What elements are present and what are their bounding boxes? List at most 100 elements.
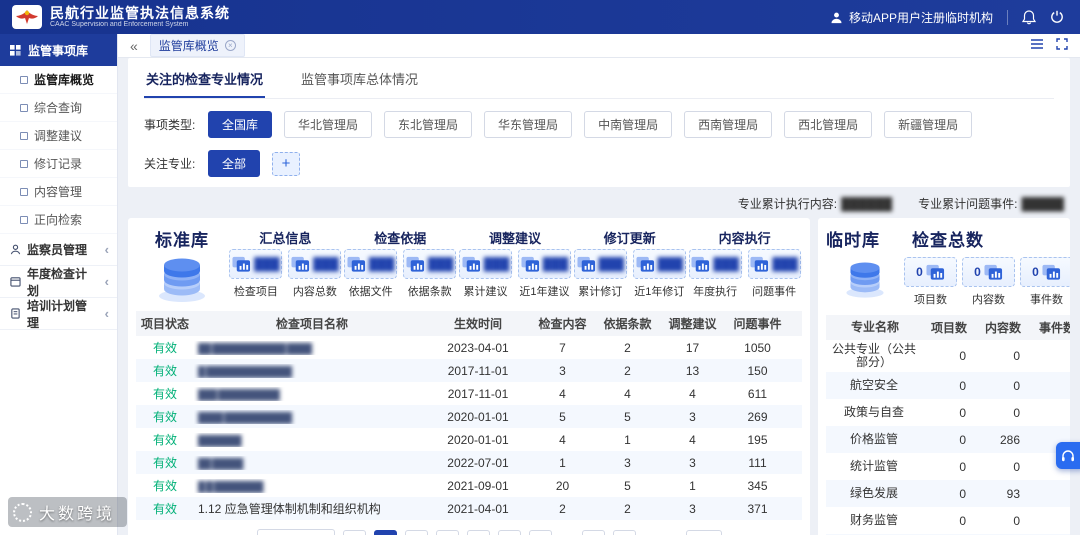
bar-chart-icon xyxy=(232,256,251,272)
page-button-4[interactable]: 4 xyxy=(467,530,491,535)
add-specialty-button[interactable]: + xyxy=(272,151,301,176)
inspector-icon xyxy=(10,244,21,255)
stat-value: 0 xyxy=(1032,265,1039,279)
cell-clause: 2 xyxy=(624,363,631,378)
sidebar-root-supervision-library[interactable]: 监管事项库 xyxy=(0,34,117,66)
standard-table: 项目状态 检查项目名称 生效时间 检查内容 依据条款 调整建议 问题事件 有效 … xyxy=(136,311,802,520)
square-icon xyxy=(20,159,28,168)
cell-specialty: 价格监管 xyxy=(849,432,898,446)
table-row[interactable]: 公共专业（公共部分） 0 0 xyxy=(826,340,1070,372)
cell-content: 1 xyxy=(559,455,566,470)
support-float-button[interactable] xyxy=(1056,442,1080,469)
square-icon xyxy=(20,75,28,84)
bar-chart-icon xyxy=(635,256,654,272)
page-button-62[interactable]: 62 xyxy=(581,530,605,535)
stat-group-adjust: 调整建议 ███ 累计建议 ███ 近1年建议 xyxy=(458,226,573,303)
cell-suggest: 3 xyxy=(689,501,696,516)
table-row[interactable]: 有效 ███████ 2020-01-01 4 1 4 195 xyxy=(136,428,802,451)
sidebar-group-annual-inspection-plan[interactable]: 年度检查计划 ‹ xyxy=(0,266,117,298)
filter-east-china-bureau[interactable]: 华东管理局 xyxy=(484,111,573,138)
filter-northwest-bureau[interactable]: 西北管理局 xyxy=(784,111,873,138)
table-row[interactable]: 统计监管 0 0 xyxy=(826,453,1070,480)
tab-overall-situation[interactable]: 监管事项库总体情况 xyxy=(299,58,420,98)
logout-button[interactable] xyxy=(1050,10,1064,24)
sidebar-item-revision-records[interactable]: 修订记录 xyxy=(0,150,117,178)
table-row[interactable]: 价格监管 0 286 xyxy=(826,426,1070,453)
filter-national-library[interactable]: 全国库 xyxy=(208,111,273,138)
page-button-5[interactable]: 5 xyxy=(498,530,522,535)
sidebar-item-forward-search[interactable]: 正向检索 xyxy=(0,206,117,234)
cell-date: 2017-11-01 xyxy=(447,386,509,401)
bar-chart-icon xyxy=(926,264,944,280)
redacted-text: ███████ xyxy=(198,435,242,447)
jump-page-input[interactable] xyxy=(685,530,722,535)
cell-contents: 0 xyxy=(1013,405,1020,420)
page-button-6[interactable]: 6 xyxy=(529,530,553,535)
filter-north-china-bureau[interactable]: 华北管理局 xyxy=(284,111,373,138)
sidebar-group-inspector-management[interactable]: 监察员管理 ‹ xyxy=(0,234,117,266)
table-row[interactable]: 政策与自查 0 0 xyxy=(826,399,1070,426)
page-button-3[interactable]: 3 xyxy=(436,530,460,535)
page-size-select[interactable]: 10条/页 xyxy=(256,529,336,535)
table-row[interactable]: 财务监管 0 0 xyxy=(826,507,1070,534)
database-icon xyxy=(846,262,884,298)
sidebar-item-library-overview[interactable]: 监管库概览 xyxy=(0,66,117,94)
sidebar-item-content-management[interactable]: 内容管理 xyxy=(0,178,117,206)
filter-southwest-bureau[interactable]: 西南管理局 xyxy=(684,111,773,138)
cell-name: ██ █████ xyxy=(194,456,426,470)
tab-library-overview[interactable]: 监管库概览 × xyxy=(149,34,245,57)
sidebar-group-training-plan-management[interactable]: 培训计划管理 ‹ xyxy=(0,298,117,330)
sidebar-item-adjust-suggestions[interactable]: 调整建议 xyxy=(0,122,117,150)
filter-northeast-bureau[interactable]: 东北管理局 xyxy=(384,111,473,138)
exec-content-value: ██████ xyxy=(841,196,893,211)
standard-stat-groups: 汇总信息 ███ 检查项目 ███ 内容总数 检查依据 ███ 依据文件 ███… xyxy=(228,226,802,303)
bar-chart-icon xyxy=(984,264,1002,280)
stat-issue-events: ███ 问题事件 xyxy=(747,249,801,299)
table-row[interactable]: 有效 ██ █████ 2022-07-01 1 3 3 111 xyxy=(136,451,802,474)
page-button-2[interactable]: 2 xyxy=(405,530,429,535)
table-row[interactable]: 有效 ████ ███████████ 2020-01-01 5 5 3 269 xyxy=(136,405,802,428)
col-effective-date: 生效时间 xyxy=(453,317,502,331)
filter-all-specialties[interactable]: 全部 xyxy=(208,150,261,177)
fullscreen-button[interactable] xyxy=(1056,38,1068,53)
stat-label: 事件数 xyxy=(1030,294,1063,306)
stat-value: ███ xyxy=(713,257,739,271)
redacted-text: █ ██████████████ xyxy=(198,366,292,378)
stat-total-revisions: ███ 累计修订 xyxy=(573,249,627,299)
bar-chart-icon xyxy=(406,256,424,272)
prev-page-button[interactable]: ‹ xyxy=(343,530,367,535)
filter-central-south-bureau[interactable]: 中南管理局 xyxy=(584,111,673,138)
table-row[interactable]: 有效 █ ██████████████ 2017-11-01 3 2 13 15… xyxy=(136,359,802,382)
tab-close-icon[interactable]: × xyxy=(224,40,236,51)
col-check-content: 检查内容 xyxy=(538,317,587,331)
item-type-label: 事项类型: xyxy=(144,118,196,132)
temporary-library-panel: 临时库 检查总数 0 项目数 0 内容数 0 事件数 专业名称 项目数 内容数 … xyxy=(818,218,1070,535)
notifications-button[interactable] xyxy=(1022,9,1036,25)
tab-menu-button[interactable] xyxy=(1030,38,1044,53)
table-row[interactable]: 有效 ██ ████████████ ████ 2023-04-01 7 2 1… xyxy=(136,336,802,359)
sidebar-collapse-button[interactable]: « xyxy=(130,39,138,53)
table-row[interactable]: 有效 █ █ ████████ 2021-09-01 20 5 1 345 xyxy=(136,474,802,497)
filter-xinjiang-bureau[interactable]: 新疆管理局 xyxy=(884,111,973,138)
cell-specialty: 公共专业（公共部分） xyxy=(831,342,916,369)
tab-focused-specialties[interactable]: 关注的检查专业情况 xyxy=(144,58,266,98)
table-row[interactable]: 绿色发展 0 93 xyxy=(826,480,1070,507)
cell-name: ████ ███████████ xyxy=(194,410,426,424)
next-page-button[interactable]: › xyxy=(612,530,636,535)
page-button-1[interactable]: 1 xyxy=(374,530,398,535)
filter-card: 关注的检查专业情况 监管事项库总体情况 事项类型: 全国库 华北管理局 东北管理… xyxy=(128,58,1070,187)
watermark-logo-icon xyxy=(13,502,32,522)
cell-date: 2021-04-01 xyxy=(447,501,509,516)
cell-suggest: 3 xyxy=(689,409,696,424)
table-row[interactable]: 有效 1.12 应急管理体制机制和组织机构 2021-04-01 2 2 3 3… xyxy=(136,497,802,520)
square-icon xyxy=(20,103,28,112)
cell-specialty: 财务监管 xyxy=(849,513,898,527)
document-icon xyxy=(11,308,20,319)
user-menu[interactable]: 移动APP用户注册临时机构 xyxy=(830,9,993,26)
stat-group-revision: 修订更新 ███ 累计修订 ███ 近1年修订 xyxy=(572,226,687,303)
sidebar-item-comprehensive-query[interactable]: 综合查询 xyxy=(0,94,117,122)
stat-value: ███ xyxy=(657,257,684,271)
table-row[interactable]: 有效 ███ ██████████ 2017-11-01 4 4 4 611 xyxy=(136,382,802,405)
cell-suggest: 4 xyxy=(689,432,696,447)
table-row[interactable]: 航空安全 0 0 xyxy=(826,372,1070,399)
